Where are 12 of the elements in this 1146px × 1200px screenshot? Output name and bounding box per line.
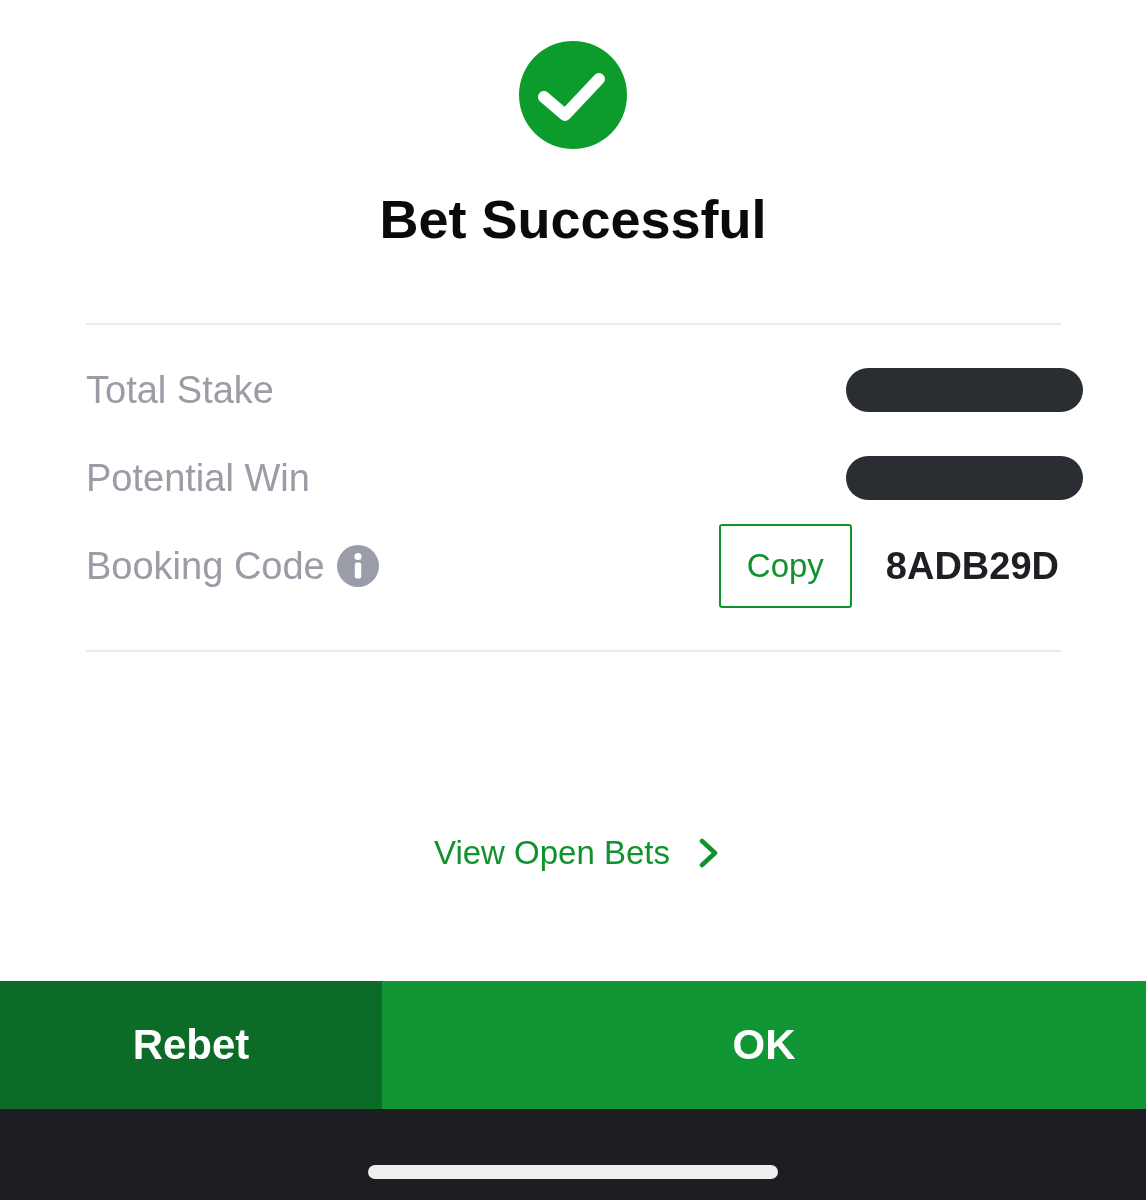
info-icon[interactable] <box>336 545 379 587</box>
check-icon <box>519 41 627 149</box>
action-button[interactable]: Rebet <box>0 981 382 1109</box>
row-label: Potential Win <box>86 456 310 501</box>
row-label: Booking Code <box>86 544 325 589</box>
chevron-right-icon <box>698 838 720 868</box>
booking-code: 8ADB29D <box>885 544 1059 589</box>
row-label: Total Stake <box>86 368 274 413</box>
action-button[interactable]: OK <box>382 981 1146 1109</box>
view-open-bets-link[interactable]: View Open Bets <box>426 828 720 878</box>
copy-button[interactable]: Copy <box>718 524 852 608</box>
page-title: Bet Successful <box>379 188 767 251</box>
